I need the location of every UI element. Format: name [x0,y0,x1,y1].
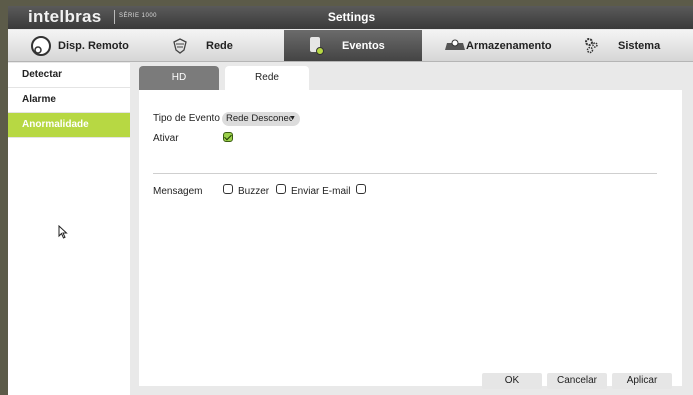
events-icon [308,36,324,56]
buzzer-label: Buzzer [238,186,270,197]
main-nav: Disp. Remoto Rede Eventos Armazenamento … [8,30,693,62]
network-icon [172,37,188,54]
remote-device-icon [30,35,52,57]
sidebar: Detectar Alarme Anormalidade [8,63,130,395]
storage-icon [444,39,466,53]
email-checkbox[interactable] [356,184,366,194]
enable-label: Ativar [153,133,179,144]
enable-checkbox[interactable] [223,132,233,142]
settings-window: intelbras SÉRIE 1000 Settings Disp. Remo… [8,6,693,395]
nav-label: Armazenamento [466,39,552,52]
settings-panel: Tipo de Evento Rede Desconec ▼ Ativar Me… [139,90,682,389]
tab-rede[interactable]: Rede [225,66,309,90]
title-bar: intelbras SÉRIE 1000 Settings [8,6,693,29]
event-type-select[interactable]: Rede Desconec ▼ [222,112,300,126]
mouse-cursor-icon [58,224,68,244]
tab-hd[interactable]: HD [139,66,219,90]
message-label: Mensagem [153,186,203,197]
nav-eventos[interactable]: Eventos [284,30,422,61]
nav-label: Eventos [342,39,385,52]
divider [153,173,657,174]
window-title: Settings [327,10,376,24]
ok-button[interactable]: OK [482,373,542,389]
nav-label: Sistema [618,39,661,52]
sidebar-item-detectar[interactable]: Detectar [8,63,130,88]
event-type-value: Rede Desconec [226,113,292,124]
cancel-button[interactable]: Cancelar [547,373,607,389]
chevron-down-icon: ▼ [289,115,296,122]
buzzer-checkbox[interactable] [276,184,286,194]
sidebar-item-alarme[interactable]: Alarme [8,88,130,113]
apply-button[interactable]: Aplicar [612,373,672,389]
event-type-label: Tipo de Evento [153,113,220,124]
nav-label: Disp. Remoto [58,39,129,52]
sidebar-item-anormalidade[interactable]: Anormalidade [8,113,130,138]
email-label: Enviar E-mail [291,186,351,197]
nav-armazenamento[interactable]: Armazenamento [422,30,560,61]
message-checkbox[interactable] [223,184,233,194]
nav-disp-remoto[interactable]: Disp. Remoto [8,30,148,61]
nav-rede[interactable]: Rede [148,30,284,61]
nav-label: Rede [206,39,233,52]
nav-sistema[interactable]: Sistema [560,30,693,61]
gears-icon [584,37,600,55]
